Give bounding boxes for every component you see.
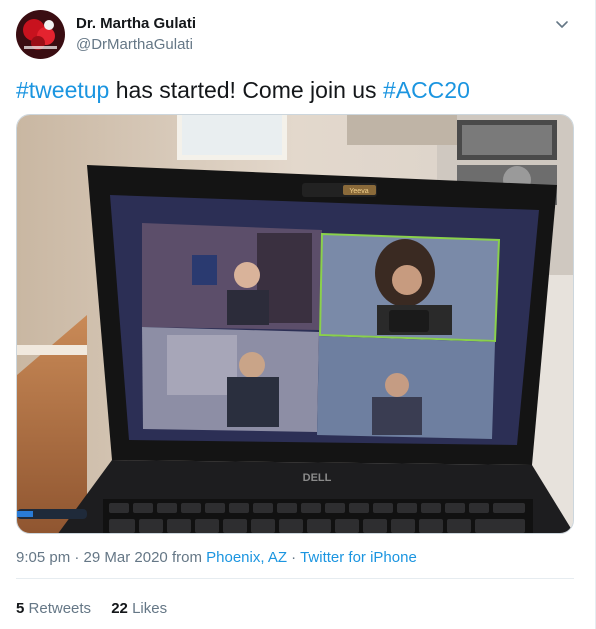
webcam-cover-label: Yeeva: [349, 188, 368, 195]
laptop-brand-logo: DELL: [303, 472, 332, 484]
retweets-count: 5: [16, 600, 25, 617]
tweet-header: Dr. Martha Gulati @DrMarthaGulati: [16, 10, 580, 60]
meta-separator: ·: [287, 549, 301, 566]
tweet-time[interactable]: 9:05 pm: [16, 549, 70, 566]
hashtag-tweetup[interactable]: #tweetup: [16, 77, 109, 103]
avatar[interactable]: [16, 10, 65, 59]
retweets-stat[interactable]: 5 Retweets: [16, 600, 91, 617]
tweet-photo[interactable]: Yeeva DELL: [16, 114, 574, 534]
engagement-stats: 5 Retweets 22 Likes: [16, 600, 183, 617]
source-link[interactable]: Twitter for iPhone: [300, 549, 417, 566]
likes-stat[interactable]: 22 Likes: [111, 600, 167, 617]
tweet-body: has started! Come join us: [109, 77, 383, 103]
tweet-text: #tweetup has started! Come join us #ACC2…: [16, 76, 470, 104]
chevron-down-icon[interactable]: [554, 16, 570, 32]
author-name[interactable]: Dr. Martha Gulati: [76, 15, 196, 32]
tweet-meta: 9:05 pm · 29 Mar 2020 from Phoenix, AZ ·…: [16, 549, 417, 566]
tweet-detail: Dr. Martha Gulati @DrMarthaGulati #tweet…: [0, 0, 596, 629]
meta-separator: ·: [70, 549, 84, 566]
tweet-date[interactable]: 29 Mar 2020: [84, 549, 168, 566]
hashtag-acc20[interactable]: #ACC20: [383, 77, 470, 103]
meta-from: from: [167, 549, 207, 566]
author-handle[interactable]: @DrMarthaGulati: [76, 36, 193, 53]
likes-count: 22: [111, 600, 128, 617]
likes-label: Likes: [132, 600, 168, 617]
retweets-label: Retweets: [28, 600, 92, 617]
location-link[interactable]: Phoenix, AZ: [206, 549, 287, 566]
divider: [16, 578, 574, 579]
